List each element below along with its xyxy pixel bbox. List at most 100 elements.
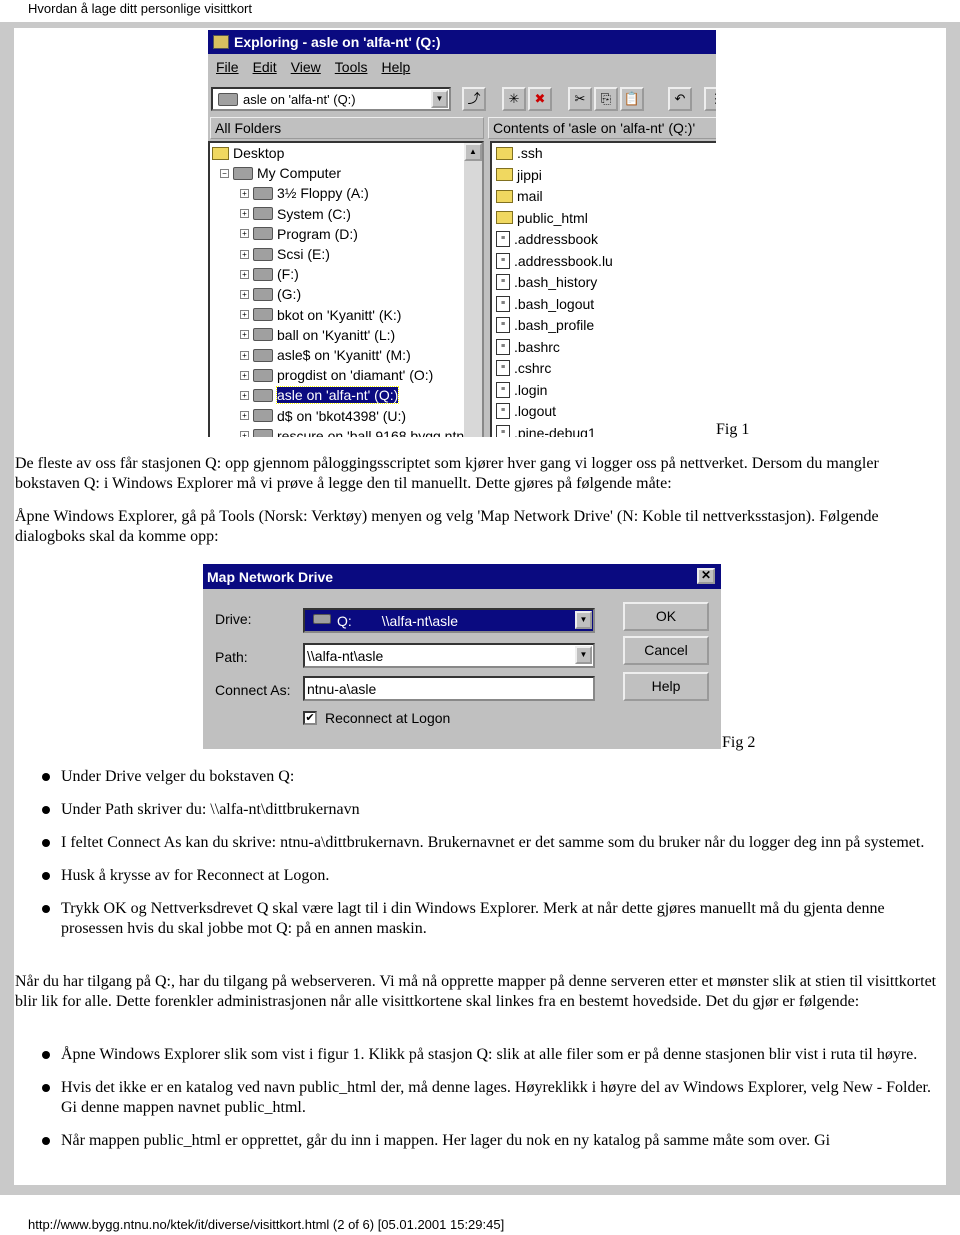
expand-icon[interactable]: +: [240, 411, 249, 421]
checkbox-checked-icon[interactable]: ✔: [303, 711, 317, 725]
file-item[interactable]: ≡ .pine-debug1: [496, 423, 596, 437]
cut-button[interactable]: ✂: [568, 87, 592, 111]
tree-item[interactable]: Desktop: [212, 143, 284, 163]
file-item[interactable]: ≡ .bashrc: [496, 337, 560, 357]
tree-item[interactable]: + Program (D:): [240, 224, 358, 244]
menu-item-tools[interactable]: Tools: [335, 59, 368, 75]
dropdown-arrow-icon[interactable]: ▼: [431, 90, 448, 108]
tree-item[interactable]: + System (C:): [240, 204, 351, 224]
folder-icon: [496, 189, 513, 203]
dropdown-arrow-icon[interactable]: ▼: [575, 646, 592, 664]
folder-item[interactable]: .ssh: [496, 143, 543, 163]
scroll-up-icon[interactable]: ▲: [464, 143, 482, 161]
tree-item-label: bkot on 'Kyanitt' (K:): [277, 306, 402, 323]
file-name: .cshrc: [514, 360, 552, 376]
ok-button[interactable]: OK: [623, 602, 709, 631]
paste-button[interactable]: 📋: [620, 87, 644, 111]
list-item: Åpne Windows Explorer slik som vist i fi…: [15, 1045, 940, 1065]
file-item[interactable]: ≡ .addressbook.lu: [496, 251, 613, 271]
disconnect-drive-button[interactable]: ✖: [528, 87, 552, 111]
connect-as-input[interactable]: ntnu-a\asle: [303, 676, 595, 701]
tree-item[interactable]: + progdist on 'diamant' (O:): [240, 365, 433, 385]
expand-icon[interactable]: +: [240, 330, 249, 340]
file-item[interactable]: ≡ .bash_logout: [496, 294, 594, 314]
folder-name: .ssh: [517, 145, 543, 161]
more-toolbar-button[interactable]: ⋮: [704, 87, 716, 111]
cancel-button[interactable]: Cancel: [623, 636, 709, 665]
dropdown-arrow-icon[interactable]: ▼: [575, 611, 592, 629]
contents-header: Contents of 'asle on 'alfa-nt' (Q:)': [488, 117, 716, 139]
map-drive-button[interactable]: ✳: [502, 87, 526, 111]
file-item[interactable]: ≡ .logout: [496, 401, 556, 421]
tree-item-label: asle$ on 'Kyanitt' (M:): [277, 347, 411, 363]
expand-icon[interactable]: +: [240, 310, 249, 320]
menu-item-edit[interactable]: Edit: [253, 59, 277, 75]
file-item[interactable]: ≡ .bash_profile: [496, 315, 594, 335]
file-item[interactable]: ≡ .addressbook: [496, 229, 598, 249]
collapse-icon[interactable]: −: [220, 168, 229, 178]
tree-item[interactable]: + (G:): [240, 284, 301, 304]
file-icon: ≡: [496, 274, 510, 290]
explorer-icon: [213, 35, 229, 49]
map-network-drive-dialog: Map Network Drive ✕ Drive: Q: \\alfa-nt\as…: [202, 563, 722, 750]
connect-as-label: Connect As:: [215, 682, 291, 698]
menu-item-help[interactable]: Help: [381, 59, 410, 75]
expand-icon[interactable]: +: [240, 188, 249, 198]
tree-item[interactable]: + (F:): [240, 264, 299, 284]
expand-icon[interactable]: +: [240, 209, 249, 219]
file-name: .bash_history: [514, 274, 598, 290]
drive-label: Drive:: [215, 611, 252, 627]
menu-item-file[interactable]: File: [216, 59, 239, 75]
tree-item-label: ball on 'Kyanitt' (L:): [277, 326, 396, 343]
expand-icon[interactable]: +: [240, 249, 249, 259]
file-item[interactable]: ≡ .cshrc: [496, 358, 551, 378]
tree-item[interactable]: + asle on 'alfa-nt' (Q:): [240, 385, 400, 405]
expand-icon[interactable]: +: [240, 390, 249, 400]
tree-item[interactable]: + Scsi (E:): [240, 244, 330, 264]
folder-item[interactable]: public_html: [496, 208, 588, 228]
tree-item-label: Desktop: [233, 145, 285, 161]
undo-button[interactable]: ↶: [668, 87, 692, 111]
folder-item[interactable]: jippi: [496, 165, 542, 185]
reconnect-checkbox[interactable]: ✔ Reconnect at Logon: [303, 710, 450, 726]
copy-button[interactable]: ⎘: [594, 87, 618, 111]
tree-scrollbar[interactable]: ▲: [464, 143, 482, 437]
file-name: .bash_profile: [514, 317, 595, 333]
drive-icon: [253, 247, 273, 261]
folder-tree[interactable]: ▲ Desktop − My Computer +3½ Floppy (A:) + Sys…: [208, 141, 484, 437]
up-folder-button[interactable]: ⤴: [462, 87, 486, 111]
expand-icon[interactable]: +: [240, 229, 249, 239]
file-item[interactable]: ≡ .bash_history: [496, 272, 597, 292]
address-combo[interactable]: asle on 'alfa-nt' (Q:) ▼: [211, 87, 451, 111]
expand-icon[interactable]: +: [240, 269, 249, 279]
file-icon: ≡: [496, 424, 510, 437]
menu-bar: File Edit View Tools Help: [216, 59, 410, 75]
file-name: .login: [514, 381, 548, 398]
close-icon[interactable]: ✕: [697, 568, 715, 584]
drive-select[interactable]: Q: \\alfa-nt\asle ▼: [303, 608, 595, 633]
expand-icon[interactable]: +: [240, 350, 249, 360]
tree-item-label: (F:): [277, 266, 299, 283]
tree-item-label: progdist on 'diamant' (O:): [277, 367, 434, 384]
expand-icon[interactable]: +: [240, 431, 249, 437]
paragraph-3: Når du har tilgang på Q:, har du tilgang…: [15, 973, 937, 1010]
tree-item[interactable]: + ball on 'Kyanitt' (L:): [240, 325, 395, 345]
folder-name: public_html: [517, 209, 588, 226]
drive-icon: [253, 328, 273, 342]
path-input[interactable]: \\alfa-nt\asle ▼: [303, 643, 595, 668]
file-item[interactable]: ≡ .login: [496, 380, 547, 400]
tree-item[interactable]: + bkot on 'Kyanitt' (K:): [240, 305, 401, 325]
tree-item[interactable]: +3½ Floppy (A:): [240, 183, 369, 203]
help-button[interactable]: Help: [623, 672, 709, 701]
tree-item[interactable]: − My Computer: [220, 163, 341, 183]
file-name: .logout: [514, 403, 557, 419]
menu-item-view[interactable]: View: [291, 59, 321, 75]
expand-icon[interactable]: +: [240, 289, 249, 299]
file-icon: ≡: [496, 403, 510, 419]
tree-item[interactable]: + asle$ on 'Kyanitt' (M:): [240, 345, 411, 365]
file-list[interactable]: .ssh jippi mail public_html ≡ .addressbook ≡ .a…: [490, 141, 716, 437]
tree-item[interactable]: + d$ on 'bkot4398' (U:): [240, 406, 406, 426]
tree-item[interactable]: + rescure on 'ball 9168 bygg.ntn: [240, 426, 464, 437]
folder-item[interactable]: mail: [496, 186, 543, 206]
expand-icon[interactable]: +: [240, 370, 249, 380]
